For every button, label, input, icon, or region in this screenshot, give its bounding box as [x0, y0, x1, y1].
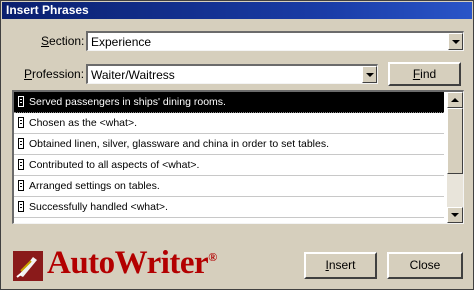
phrase-row[interactable]: Contributed to all aspects of <what>. — [14, 155, 444, 176]
document-icon — [18, 180, 24, 191]
insert-phrases-dialog: Insert Phrases Section: Experience Profe… — [0, 0, 474, 290]
phrase-row[interactable]: Served passengers in ships' dining rooms… — [14, 92, 444, 113]
insert-button[interactable]: Insert — [304, 252, 377, 279]
title-bar: Insert Phrases — [2, 2, 472, 19]
document-icon — [18, 201, 24, 212]
logo-wordmark: AutoWriter® — [47, 245, 217, 281]
document-icon — [18, 159, 24, 170]
quill-logo-icon — [13, 251, 43, 281]
scroll-up-icon[interactable] — [447, 92, 463, 108]
section-value: Experience — [91, 35, 152, 49]
scroll-down-icon[interactable] — [447, 207, 463, 223]
chevron-down-icon[interactable] — [448, 33, 463, 50]
phrase-row[interactable]: Obtained linen, silver, glassware and ch… — [14, 134, 444, 155]
section-dropdown[interactable]: Experience — [86, 31, 464, 51]
phrase-row[interactable]: Chosen as the <what>. — [14, 113, 444, 134]
chevron-down-icon[interactable] — [362, 66, 377, 83]
section-label: Section: — [41, 34, 85, 48]
profession-dropdown[interactable]: Waiter/Waitress — [86, 64, 378, 84]
document-icon — [18, 138, 24, 149]
document-icon — [18, 96, 24, 107]
phrase-list[interactable]: Served passengers in ships' dining rooms… — [12, 90, 464, 224]
scroll-thumb[interactable] — [447, 108, 463, 174]
document-icon — [18, 117, 24, 128]
phrase-row[interactable]: Successfully handled <what>. — [14, 197, 444, 218]
phrase-row[interactable]: Arranged settings on tables. — [14, 176, 444, 197]
window-title: Insert Phrases — [6, 3, 89, 17]
close-button[interactable]: Close — [387, 252, 463, 279]
vertical-scrollbar[interactable] — [447, 92, 463, 223]
profession-label: Profession: — [24, 67, 85, 81]
profession-value: Waiter/Waitress — [91, 68, 175, 82]
find-button[interactable]: Find — [388, 62, 461, 86]
